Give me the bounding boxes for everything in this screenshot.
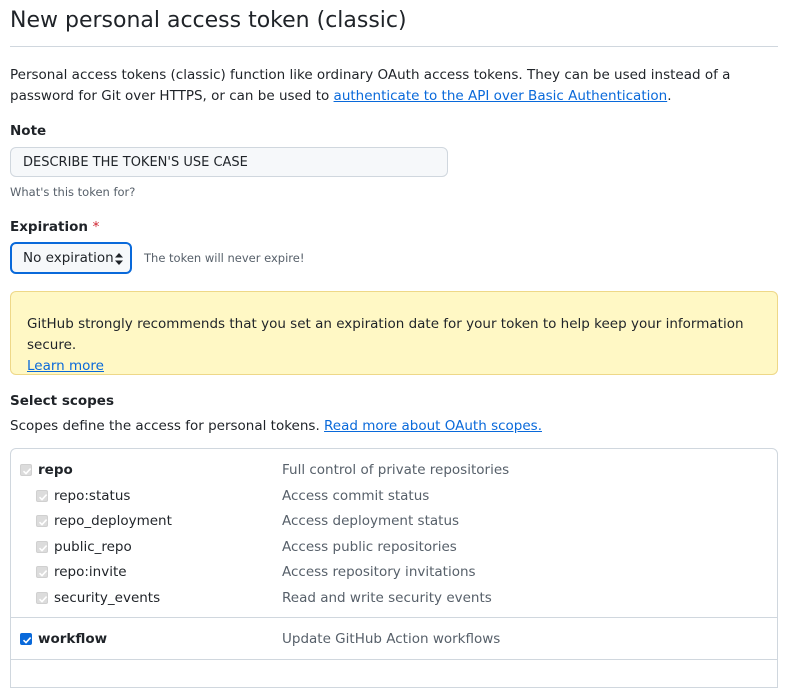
required-mark: * — [92, 219, 100, 235]
checkbox-workflow[interactable] — [20, 633, 32, 645]
check-icon — [38, 519, 48, 526]
basic-auth-link[interactable]: authenticate to the API over Basic Authe… — [334, 88, 668, 104]
checkbox-security-events[interactable] — [36, 592, 48, 604]
scope-row-repo-invite[interactable]: repo:invite Access repository invitation… — [36, 562, 760, 582]
expiration-hint: The token will never expire! — [144, 251, 305, 265]
warning-message: GitHub strongly recommends that you set … — [27, 316, 744, 353]
scopes-description: Scopes define the access for personal to… — [10, 418, 542, 434]
scope-name: repo — [38, 462, 73, 478]
checkbox-public-repo[interactable] — [36, 541, 48, 553]
scope-description: Access commit status — [282, 488, 430, 504]
check-icon — [22, 468, 32, 475]
checkbox-repo-invite[interactable] — [36, 566, 48, 578]
scopes-description-text: Scopes define the access for personal to… — [10, 418, 320, 434]
scope-description: Update GitHub Action workflows — [282, 631, 501, 647]
scope-name: public_repo — [54, 539, 132, 555]
scope-group-divider — [11, 617, 777, 618]
note-label: Note — [10, 123, 47, 139]
scope-description: Full control of private repositories — [282, 462, 510, 478]
scope-description: Access deployment status — [282, 513, 460, 529]
note-hint: What's this token for? — [10, 185, 136, 199]
scope-row-repo-status[interactable]: repo:status Access commit status — [36, 486, 760, 506]
scope-row-repo-deployment[interactable]: repo_deployment Access deployment status — [36, 511, 760, 531]
scope-description: Access repository invitations — [282, 564, 476, 580]
check-icon — [38, 596, 48, 603]
scope-name: security_events — [54, 590, 161, 606]
scope-row-workflow[interactable]: workflow Update GitHub Action workflows — [20, 629, 760, 649]
scope-description: Access public repositories — [282, 539, 457, 555]
check-icon — [38, 494, 48, 501]
checkbox-repo[interactable] — [20, 464, 32, 476]
title-divider — [10, 46, 778, 47]
expiration-selected-value: No expiration — [23, 250, 114, 266]
checkbox-repo-status[interactable] — [36, 490, 48, 502]
expiration-warning-banner: GitHub strongly recommends that you set … — [10, 291, 778, 375]
expiration-select[interactable]: No expiration — [10, 242, 132, 274]
scope-row-public-repo[interactable]: public_repo Access public repositories — [36, 537, 760, 557]
scope-list: repo Full control of private repositorie… — [10, 448, 778, 688]
scope-name: workflow — [38, 631, 108, 647]
intro-paragraph: Personal access tokens (classic) functio… — [10, 65, 778, 107]
check-icon — [38, 545, 48, 552]
intro-text-end: . — [667, 88, 672, 104]
scope-description: Read and write security events — [282, 590, 492, 606]
scopes-heading: Select scopes — [10, 393, 114, 409]
learn-more-link[interactable]: Learn more — [27, 358, 104, 374]
check-icon — [38, 570, 48, 577]
note-input[interactable]: DESCRIBE THE TOKEN'S USE CASE — [10, 147, 448, 177]
scope-group-divider — [11, 659, 777, 660]
expiration-label-text: Expiration — [10, 219, 88, 235]
scope-name: repo:status — [54, 488, 131, 504]
checkbox-repo-deployment[interactable] — [36, 515, 48, 527]
scope-row-security-events[interactable]: security_events Read and write security … — [36, 588, 760, 608]
page-title: New personal access token (classic) — [10, 8, 407, 33]
scope-name: repo_deployment — [54, 513, 172, 529]
scope-row-repo[interactable]: repo Full control of private repositorie… — [20, 460, 760, 480]
select-updown-icon — [115, 253, 123, 265]
expiration-label: Expiration * — [10, 219, 99, 235]
oauth-scopes-link[interactable]: Read more about OAuth scopes. — [324, 418, 542, 434]
check-icon — [22, 637, 32, 644]
scope-name: repo:invite — [54, 564, 127, 580]
